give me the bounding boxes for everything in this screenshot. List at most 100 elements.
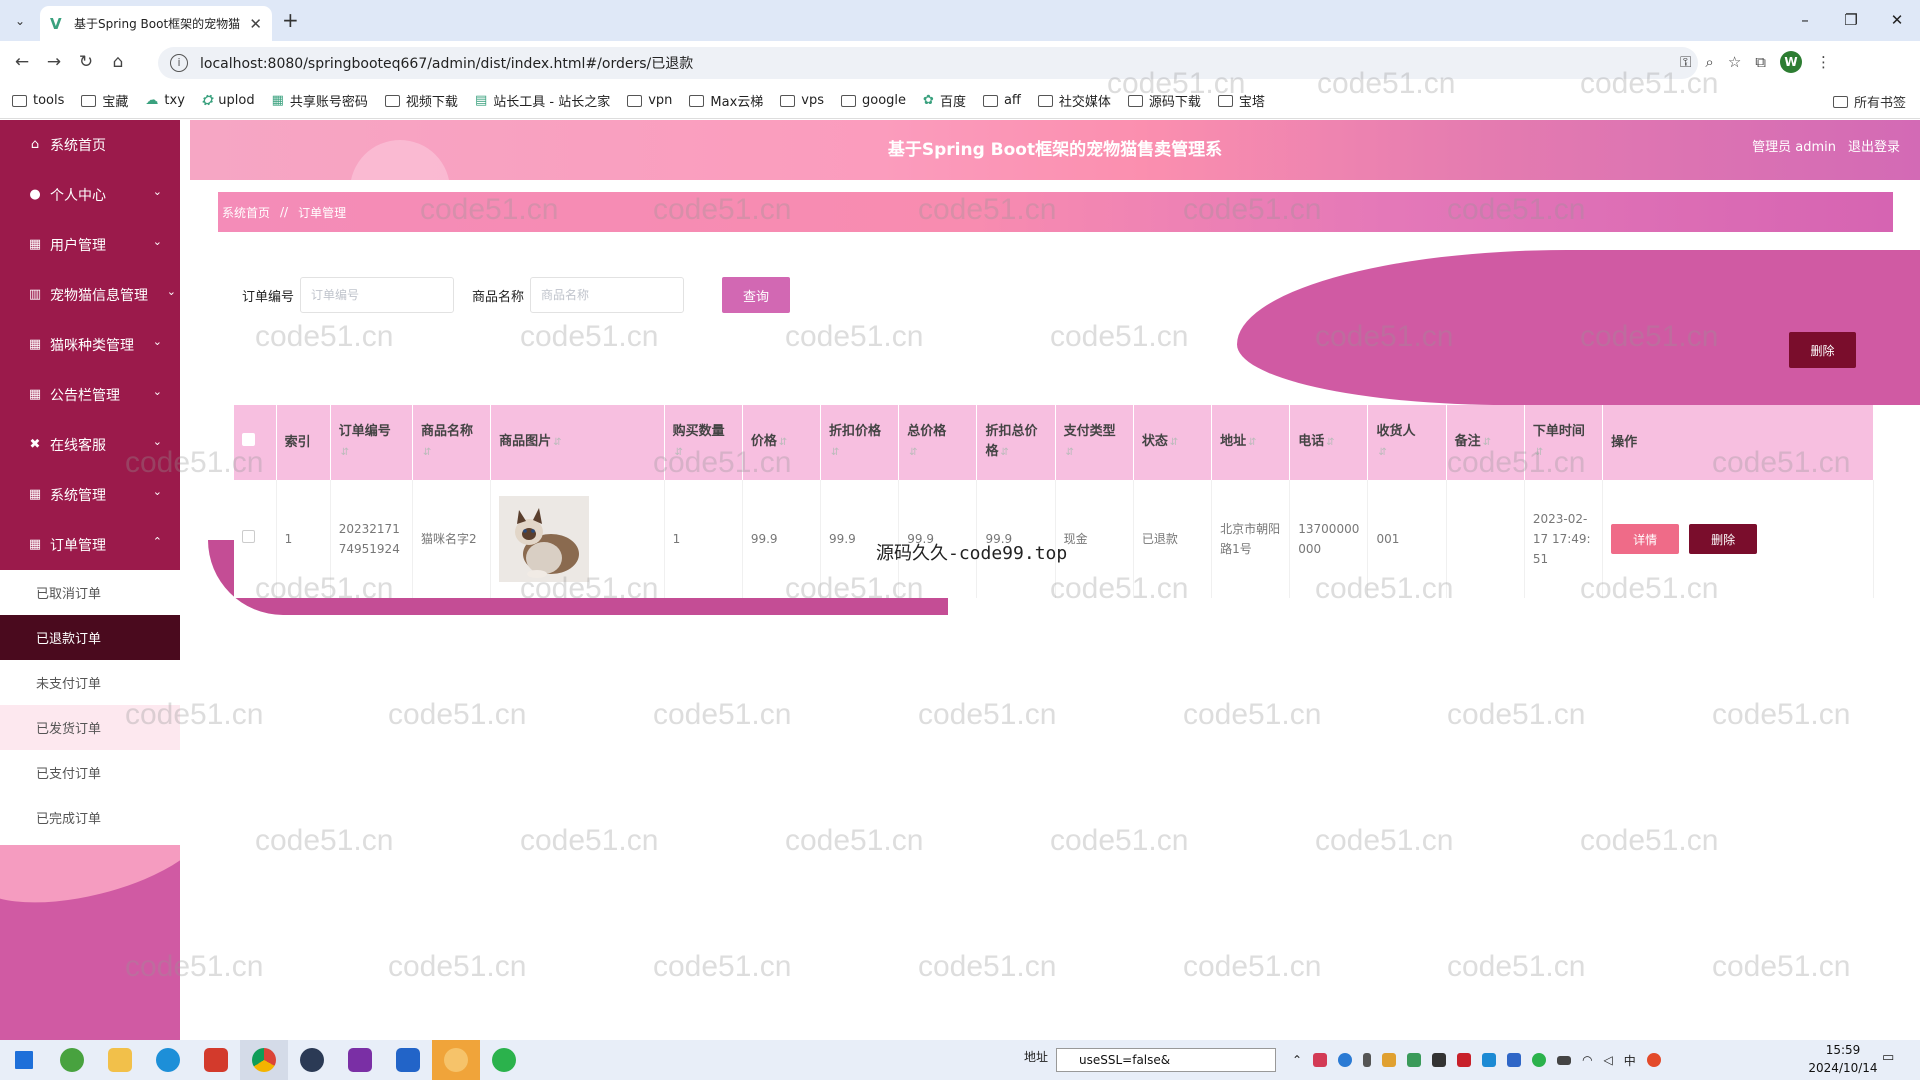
column-header[interactable]: 商品图片 ⇵ [490, 405, 665, 480]
order-no-input[interactable] [300, 277, 455, 313]
app-icon[interactable] [432, 1040, 480, 1080]
battery-icon[interactable] [1557, 1055, 1572, 1065]
sogou-icon[interactable] [1646, 1053, 1661, 1067]
edge-icon[interactable] [144, 1040, 192, 1080]
column-header[interactable]: 价格 ⇵ [742, 405, 822, 480]
browser-menu-icon[interactable]: ⋮ [1816, 53, 1831, 71]
password-key-icon[interactable]: ⚿ [1680, 53, 1691, 71]
sort-icon[interactable]: ⇵ [1326, 437, 1334, 448]
back-icon[interactable]: ← [6, 52, 38, 72]
bookmark-star-icon[interactable]: ☆ [1728, 53, 1741, 71]
bookmark-item[interactable]: ▤ 站长工具 - 站长之家 [475, 91, 610, 110]
bookmark-item[interactable]: 视频下载 [384, 91, 458, 110]
column-header[interactable]: 折扣价格 ⇵ [820, 405, 900, 480]
sort-icon[interactable]: ⇵ [1066, 447, 1074, 458]
app-icon[interactable] [384, 1040, 432, 1080]
column-header[interactable]: 地址 ⇵ [1211, 405, 1291, 480]
column-header[interactable]: 下单时间 ⇵ [1524, 405, 1604, 480]
sidebar-item-home[interactable]: ⌂ 系统首页 [0, 120, 180, 170]
sidebar-item-system[interactable]: ▦ 系统管理 ⌄ [0, 470, 180, 520]
logout-link[interactable]: 退出登录 [1848, 140, 1900, 155]
browser-e-icon[interactable] [48, 1040, 96, 1080]
file-explorer-icon[interactable] [96, 1040, 144, 1080]
bookmark-item[interactable]: tools [12, 93, 64, 108]
extensions-icon[interactable]: ⧉ [1755, 53, 1766, 71]
product-name-input[interactable] [530, 277, 685, 313]
tray-app-icon[interactable] [1432, 1053, 1447, 1067]
query-button[interactable]: 查询 [722, 277, 791, 313]
bookmark-item[interactable]: ▦ 共享账号密码 [272, 91, 368, 110]
sidebar-item-support[interactable]: ✖ 在线客服 ⌄ [0, 420, 180, 470]
all-bookmarks[interactable]: 所有书签 [1832, 92, 1906, 111]
column-header[interactable]: 支付类型 ⇵ [1055, 405, 1134, 480]
vscode-icon[interactable] [288, 1040, 336, 1080]
ime-indicator[interactable]: 中 [1624, 1052, 1636, 1069]
address-bar[interactable]: i localhost:8080/springbooteq667/admin/d… [158, 47, 1698, 79]
column-header[interactable]: 电话 ⇵ [1289, 405, 1369, 480]
sort-icon[interactable]: ⇵ [831, 447, 839, 458]
column-header[interactable]: 购买数量 ⇵ [664, 405, 743, 480]
column-header[interactable]: 备注 ⇵ [1446, 405, 1525, 480]
zoom-icon[interactable]: ⌕ [1705, 53, 1713, 71]
profile-avatar[interactable]: W [1780, 51, 1802, 73]
volume-icon[interactable]: ◁ [1604, 1053, 1613, 1067]
bookmark-item[interactable]: aff [982, 93, 1021, 108]
submenu-paid-orders[interactable]: 已支付订单 [0, 750, 180, 795]
bookmark-item[interactable]: 宝塔 [1217, 91, 1265, 110]
sidebar-item-orders[interactable]: ▦ 订单管理 ⌃ [0, 520, 180, 570]
new-tab-icon[interactable]: + [282, 8, 299, 32]
sidebar-item-users[interactable]: ▦ 用户管理 ⌄ [0, 220, 180, 270]
sort-icon[interactable]: ⇵ [1535, 447, 1543, 458]
close-window-icon[interactable]: ✕ [1874, 0, 1920, 41]
reload-icon[interactable]: ↻ [70, 52, 102, 72]
detail-button[interactable]: 详情 [1611, 524, 1680, 554]
column-header[interactable]: 状态 ⇵ [1133, 405, 1213, 480]
tray-app-icon[interactable] [1457, 1053, 1472, 1067]
column-header[interactable]: 商品名称 ⇵ [412, 405, 492, 480]
wps-icon[interactable] [192, 1040, 240, 1080]
wifi-icon[interactable]: ◠ [1582, 1053, 1592, 1067]
wechat-icon[interactable] [480, 1040, 528, 1080]
sort-icon[interactable]: ⇵ [423, 447, 431, 458]
forward-icon[interactable]: → [38, 52, 70, 72]
bookmark-item[interactable]: ☁ txy [145, 93, 184, 108]
column-header[interactable]: 折扣总价格 ⇵ [976, 405, 1056, 480]
submenu-cancelled-orders[interactable]: 已取消订单 [0, 570, 180, 615]
bookmark-item[interactable]: vpn [627, 93, 672, 108]
column-header[interactable]: 订单编号 ⇵ [330, 405, 413, 480]
tray-app-icon[interactable] [1338, 1053, 1353, 1067]
sidebar-item-breeds[interactable]: ▦ 猫咪种类管理 ⌄ [0, 320, 180, 370]
idea-icon[interactable] [336, 1040, 384, 1080]
minimize-icon[interactable]: – [1782, 0, 1828, 41]
tray-app-icon[interactable] [1507, 1053, 1522, 1067]
bookmark-item[interactable]: vps [780, 93, 824, 108]
tray-app-icon[interactable] [1313, 1053, 1328, 1067]
sort-icon[interactable]: ⇵ [1000, 447, 1008, 458]
sort-icon[interactable]: ⇵ [1170, 437, 1178, 448]
taskbar-address-input[interactable]: useSSL=false& [1056, 1048, 1276, 1072]
sort-icon[interactable]: ⇵ [1248, 437, 1256, 448]
sort-icon[interactable]: ⇵ [779, 437, 787, 448]
bookmark-item[interactable]: 社交媒体 [1037, 91, 1111, 110]
column-header[interactable]: 总价格 ⇵ [898, 405, 978, 480]
sort-icon[interactable]: ⇵ [675, 447, 683, 458]
submenu-refunded-orders[interactable]: 已退款订单 [0, 615, 180, 660]
notification-icon[interactable]: ▭ [1882, 1050, 1894, 1065]
tray-app-icon[interactable] [1407, 1053, 1422, 1067]
tray-app-icon[interactable] [1482, 1053, 1497, 1067]
start-button[interactable] [0, 1040, 48, 1080]
sort-icon[interactable]: ⇵ [1378, 447, 1386, 458]
sort-icon[interactable]: ⇵ [1483, 437, 1491, 448]
wechat-tray-icon[interactable] [1532, 1053, 1547, 1067]
sidebar-item-profile[interactable]: ● 个人中心 ⌄ [0, 170, 180, 220]
bookmark-item[interactable]: ⛭ uplod [202, 93, 255, 108]
select-all-checkbox[interactable] [242, 432, 255, 446]
sidebar-item-notices[interactable]: ▦ 公告栏管理 ⌄ [0, 370, 180, 420]
column-header[interactable]: 收货人 ⇵ [1367, 405, 1447, 480]
tab-list-icon[interactable]: ⌄ [8, 9, 32, 33]
row-checkbox[interactable] [242, 530, 255, 543]
bookmark-item[interactable]: 源码下载 [1127, 91, 1201, 110]
home-icon[interactable]: ⌂ [102, 52, 134, 72]
submenu-unpaid-orders[interactable]: 未支付订单 [0, 660, 180, 705]
submenu-completed-orders[interactable]: 已完成订单 [0, 795, 180, 840]
